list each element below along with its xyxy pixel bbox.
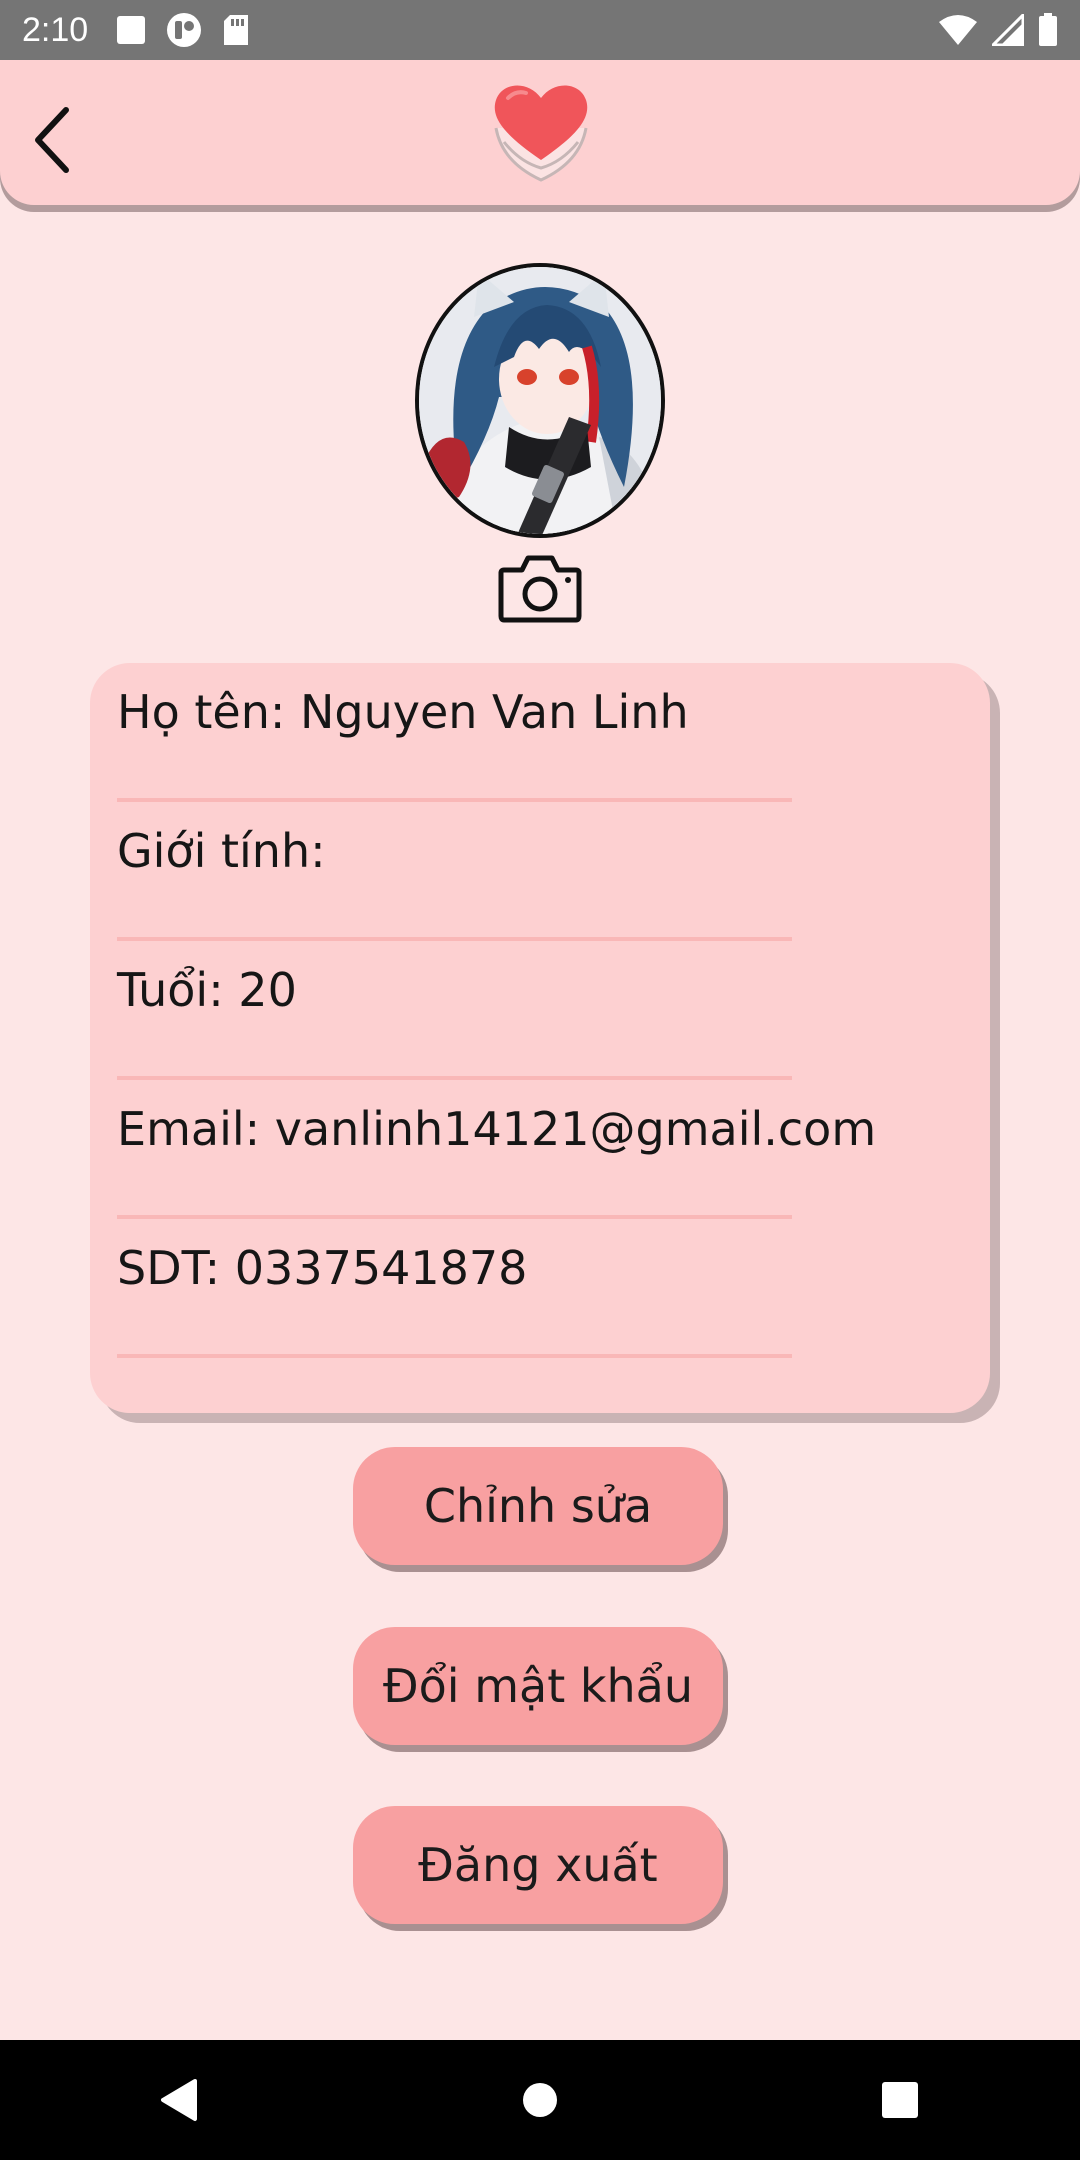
recents-square-icon[interactable]: [875, 2075, 925, 2125]
info-row-gender: Giới tính:: [117, 802, 817, 941]
battery-icon: [1039, 13, 1057, 46]
age-text: Tuổi: 20: [117, 963, 297, 1017]
status-bar: 2:10: [0, 0, 1080, 60]
chevron-left-icon[interactable]: [24, 100, 84, 180]
sd-card-icon: [224, 15, 249, 45]
status-icons-left: [116, 12, 250, 48]
info-row-email: Email: vanlinh14121@gmail.com: [117, 1080, 876, 1219]
system-nav-bar: [0, 2040, 1080, 2160]
status-time: 2:10: [22, 10, 89, 49]
gender-text: Giới tính:: [117, 824, 326, 878]
avatar-illustration: [419, 267, 661, 534]
heart-in-hands-icon: [494, 85, 588, 182]
email-text: Email: vanlinh14121@gmail.com: [117, 1102, 877, 1156]
wifi-icon: [939, 15, 977, 45]
status-icons-right: [938, 13, 1058, 47]
divider: [117, 1354, 792, 1358]
logout-button[interactable]: Đăng xuất: [353, 1806, 723, 1924]
home-circle-icon[interactable]: [515, 2075, 565, 2125]
info-row-age: Tuổi: 20: [117, 941, 817, 1080]
camera-icon[interactable]: [498, 552, 582, 624]
profile-info-card: Họ tên: Nguyen Van Linh Giới tính: Tuổi:…: [90, 663, 990, 1413]
app-notification-icon: [167, 13, 202, 47]
profile-avatar[interactable]: [415, 263, 665, 538]
info-row-phone: SDT: 0337541878: [117, 1219, 817, 1358]
name-text: Họ tên: Nguyen Van Linh: [117, 685, 689, 739]
square-notification-icon: [117, 16, 146, 44]
back-triangle-icon[interactable]: [155, 2075, 205, 2125]
signal-icon: [992, 14, 1024, 46]
app-header: [0, 60, 1080, 205]
edit-button[interactable]: Chỉnh sửa: [353, 1447, 723, 1565]
info-row-name: Họ tên: Nguyen Van Linh: [117, 663, 817, 802]
change-password-button[interactable]: Đổi mật khẩu: [353, 1627, 723, 1745]
phone-text: SDT: 0337541878: [117, 1241, 528, 1295]
